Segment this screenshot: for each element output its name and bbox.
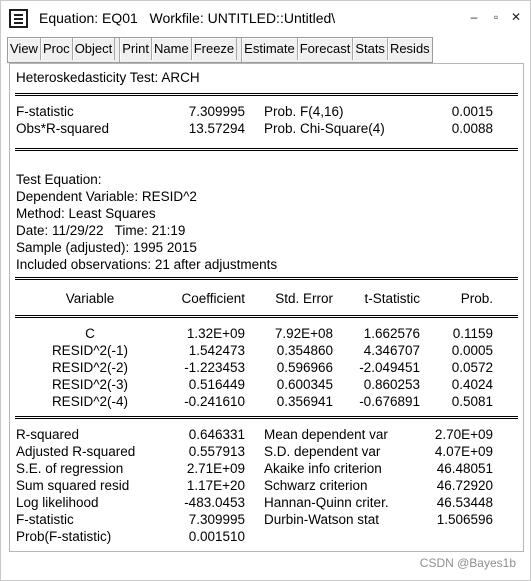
divider [15,150,518,151]
coef-prob: 0.5081 [451,394,493,409]
stat-value: -483.0453 [184,495,245,510]
coef-std-error: 0.596966 [276,360,333,375]
print-button[interactable]: Print [120,38,152,60]
stat-label: Schwarz criterion [264,478,368,493]
stat-label: Log likelihood [16,495,99,510]
divider [15,277,518,280]
proc-button[interactable]: Proc [40,38,73,60]
summary-label: F-statistic [16,104,74,119]
stat-value: 1.506596 [436,512,493,527]
resids-button[interactable]: Resids [387,38,432,60]
stat-value: 0.001510 [188,529,245,544]
coef-variable: RESID^2(-1) [51,343,129,358]
window-title: Equation: EQ01 Workfile: UNTITLED::Untit… [39,10,336,26]
summary-value: 13.57294 [188,121,245,136]
forecast-button[interactable]: Forecast [297,38,354,60]
object-button[interactable]: Object [72,38,116,60]
coef-t-statistic: 0.860253 [363,377,420,392]
coef-value: 1.32E+09 [186,326,245,341]
divider [15,93,518,96]
summary-prob: 0.0088 [451,121,493,136]
coef-variable: RESID^2(-3) [51,377,129,392]
estimate-button[interactable]: Estimate [242,38,298,60]
coef-variable: RESID^2(-4) [51,394,129,409]
divider [15,148,518,149]
freeze-button[interactable]: Freeze [191,38,238,60]
stat-label: Prob(F-statistic) [16,529,112,544]
stat-value: 46.48051 [436,461,493,476]
coef-std-error: 0.356941 [276,394,333,409]
stat-label: F-statistic [16,512,74,527]
header-line: Date: 11/29/22 Time: 21:19 [16,223,186,238]
header-line: Included observations: 21 after adjustme… [16,257,278,272]
coef-prob: 0.1159 [452,326,493,341]
stat-label: Mean dependent var [264,427,388,442]
close-icon[interactable]: ✕ [508,9,524,25]
divider [15,315,518,318]
stat-value: 46.72920 [436,478,493,493]
header-line: Sample (adjusted): 1995 2015 [16,240,197,255]
stat-label: S.E. of regression [16,461,124,476]
header-line: Method: Least Squares [16,206,156,221]
name-button[interactable]: Name [152,38,192,60]
stat-label: Sum squared resid [16,478,130,493]
coef-std-error: 0.354860 [276,343,333,358]
coef-variable: RESID^2(-2) [51,360,129,375]
equation-window: Equation: EQ01 Workfile: UNTITLED::Untit… [0,0,531,581]
equation-app-icon[interactable] [9,9,28,28]
stat-label: Adjusted R-squared [16,444,136,459]
watermark: CSDN @Bayes1b [419,556,516,570]
minimize-icon[interactable]: ‒ [466,9,482,25]
stat-value: 2.70E+09 [434,427,493,442]
coef-t-statistic: 4.346707 [363,343,420,358]
stat-value: 46.53448 [436,495,493,510]
stat-label: S.D. dependent var [264,444,381,459]
test-title: Heteroskedasticity Test: ARCH [16,70,200,85]
coef-t-statistic: 1.662576 [363,326,420,341]
coef-variable: C [85,326,95,341]
stat-value: 2.71E+09 [186,461,245,476]
coef-value: 0.516449 [188,377,245,392]
coef-t-statistic: -0.676891 [359,394,420,409]
title-bar[interactable]: Equation: EQ01 Workfile: UNTITLED::Untit… [1,1,530,35]
coef-prob: 0.0005 [451,343,493,358]
stat-value: 1.17E+20 [186,478,245,493]
stats-button[interactable]: Stats [353,38,388,60]
stat-value: 0.646331 [188,427,245,442]
divider [15,416,518,419]
coef-std-error: 0.600345 [276,377,333,392]
summary-value: 7.309995 [188,104,245,119]
stat-label: Durbin-Watson stat [264,512,380,527]
coef-value: 1.542473 [188,343,245,358]
coef-prob: 0.4024 [451,377,493,392]
column-header-t-statistic: t-Statistic [364,291,420,306]
summary-prob-label: Prob. Chi-Square(4) [264,121,385,136]
column-header-variable: Variable [65,291,115,306]
stat-label: Hannan-Quinn criter. [264,495,389,510]
toolbar: View Proc Object Print Name Freeze Estim… [7,37,433,63]
summary-prob: 0.0015 [451,104,493,119]
coef-t-statistic: -2.049451 [359,360,420,375]
header-line: Dependent Variable: RESID^2 [16,189,197,204]
header-line: Test Equation: [16,172,102,187]
stat-value: 0.557913 [188,444,245,459]
output-pane[interactable]: Heteroskedasticity Test: ARCH F-statisti… [9,63,524,552]
coef-prob: 0.0572 [451,360,493,375]
summary-prob-label: Prob. F(4,16) [264,104,344,119]
maximize-icon[interactable]: ▫ [488,9,504,25]
stat-value: 7.309995 [188,512,245,527]
coef-std-error: 7.92E+08 [274,326,333,341]
stat-label: Akaike info criterion [264,461,382,476]
column-header-coefficient: Coefficient [181,291,245,306]
column-header-prob: Prob. [460,291,493,306]
stat-value: 4.07E+09 [434,444,493,459]
coef-value: -1.223453 [184,360,245,375]
summary-label: Obs*R-squared [16,121,110,136]
stat-label: R-squared [16,427,80,442]
coef-value: -0.241610 [184,394,245,409]
column-header-std-error: Std. Error [275,291,333,306]
view-button[interactable]: View [8,38,41,60]
